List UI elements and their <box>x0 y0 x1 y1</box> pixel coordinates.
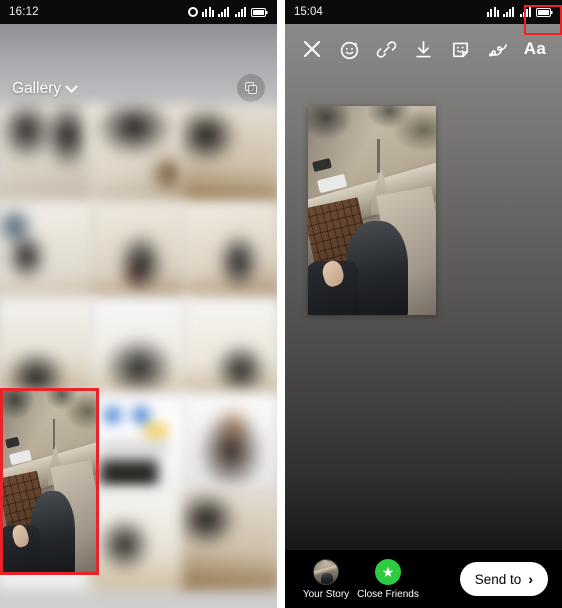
balcony-photo-artwork <box>308 106 436 315</box>
squiggle-draw-icon <box>488 43 507 56</box>
gallery-thumbnail[interactable] <box>0 297 95 398</box>
link-button[interactable] <box>371 34 401 64</box>
close-friends-option[interactable]: ★ Close Friends <box>357 558 419 600</box>
panel-divider <box>277 0 285 608</box>
download-icon <box>416 40 431 57</box>
signal-icon <box>503 7 514 17</box>
gallery-dropdown[interactable]: Gallery <box>12 79 78 98</box>
gallery-thumbnail[interactable] <box>182 489 277 590</box>
signal-icon <box>487 7 499 17</box>
signal-icon <box>235 7 246 17</box>
gallery-thumbnail[interactable] <box>0 105 95 206</box>
sticker-icon <box>453 42 469 57</box>
gallery-thumbnail[interactable] <box>182 201 277 302</box>
your-story-label: Your Story <box>302 588 350 600</box>
editor-toolbar: Aa <box>285 28 562 70</box>
link-icon <box>376 40 397 58</box>
gallery-header: Gallery <box>0 24 277 108</box>
chevron-down-icon <box>65 79 78 93</box>
status-bar-left: 16:12 <box>0 0 277 24</box>
close-friends-star-icon: ★ <box>375 558 401 585</box>
send-to-label: Send to <box>474 571 522 587</box>
download-button[interactable] <box>408 34 438 64</box>
status-time: 15:04 <box>294 6 323 18</box>
alarm-icon <box>188 7 198 17</box>
gallery-thumbnail[interactable] <box>0 201 95 302</box>
battery-icon <box>251 7 268 17</box>
close-button[interactable] <box>297 34 327 64</box>
gallery-label: Gallery <box>12 80 62 97</box>
balcony-photo-artwork <box>2 390 96 573</box>
gallery-thumbnail[interactable] <box>89 201 188 302</box>
signal-icon <box>520 7 531 17</box>
sticker-button[interactable] <box>446 34 476 64</box>
story-editor-screen: 15:04 Aa Your Story ★ Close Friends Send… <box>285 0 562 608</box>
text-icon: Aa <box>523 39 547 58</box>
status-bar-right: 15:04 <box>285 0 562 24</box>
avatar-image <box>314 559 338 584</box>
gallery-picker-screen: 16:12 Gallery <box>0 0 277 608</box>
gallery-thumbnail[interactable] <box>182 393 277 494</box>
screenshot-root: 16:12 Gallery 15:04 Aa Your Story ★ Clos… <box>0 0 562 608</box>
text-button[interactable]: Aa <box>520 34 550 64</box>
close-icon <box>304 41 320 57</box>
multi-select-icon <box>244 81 258 95</box>
send-to-button[interactable]: Send to › <box>459 562 548 596</box>
battery-icon <box>536 7 553 17</box>
status-time: 16:12 <box>9 6 39 18</box>
story-media-preview[interactable] <box>308 106 436 315</box>
smiley-face-icon <box>340 41 358 59</box>
selected-thumbnail-image <box>2 390 96 573</box>
close-friends-label: Close Friends <box>357 588 419 600</box>
gallery-thumbnail[interactable] <box>89 489 188 590</box>
gallery-thumbnail[interactable] <box>182 105 277 206</box>
signal-icon <box>218 7 229 17</box>
share-bottom-bar: Your Story ★ Close Friends Send to › <box>285 550 562 608</box>
gallery-thumbnail[interactable] <box>89 393 188 494</box>
gallery-thumbnail[interactable] <box>89 297 188 398</box>
emoji-button[interactable] <box>334 34 364 64</box>
chevron-right-icon: › <box>528 571 533 587</box>
your-story-option[interactable]: Your Story <box>295 558 357 600</box>
signal-icon <box>202 7 214 17</box>
gallery-thumbnail[interactable] <box>89 105 188 206</box>
status-icons <box>487 7 553 17</box>
draw-button[interactable] <box>483 34 513 64</box>
avatar <box>313 558 339 585</box>
star-glyph: ★ <box>381 563 395 580</box>
multi-select-button[interactable] <box>237 74 265 102</box>
gallery-thumbnail[interactable] <box>182 297 277 398</box>
status-icons <box>188 7 268 17</box>
selected-gallery-thumbnail[interactable] <box>2 390 96 573</box>
